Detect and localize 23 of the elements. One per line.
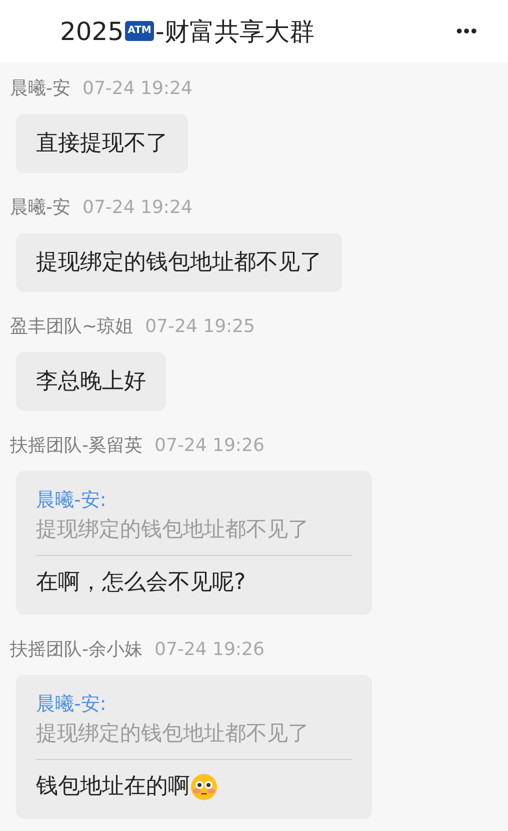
- sender-name: 扶摇团队-余小妹: [10, 638, 142, 661]
- quote-text: 提现绑定的钱包地址都不见了: [36, 515, 352, 556]
- chat-title: 2025: [60, 16, 124, 46]
- quote-author: 晨曦-安:: [36, 488, 108, 513]
- quote-author: 晨曦-安:: [36, 692, 108, 717]
- message-time: 07-24 19:26: [154, 435, 264, 456]
- more-button[interactable]: •••: [456, 20, 478, 42]
- message-time: 07-24 19:24: [82, 78, 192, 99]
- message-text: 提现绑定的钱包地址都不见了: [36, 249, 322, 277]
- message-text: 直接提现不了: [36, 130, 168, 158]
- quote-text: 提现绑定的钱包地址都不见了: [36, 719, 352, 760]
- message-text: 李总晚上好: [36, 368, 146, 396]
- chat-title: -财富共享大群: [155, 16, 314, 48]
- sender-name: 晨曦-安: [10, 196, 70, 219]
- message-text: 在啊，怎么会不见呢?: [36, 569, 246, 597]
- sender-name: 晨曦-安: [10, 77, 70, 100]
- message-time: 07-24 19:24: [82, 197, 192, 218]
- message-time: 07-24 19:25: [145, 316, 255, 337]
- message-time: 07-24 19:26: [154, 639, 264, 660]
- message-text: 钱包地址在的啊: [36, 773, 190, 801]
- sender-name: 扶摇团队-奚留英: [10, 434, 142, 457]
- atm-badge: ATM: [124, 21, 154, 41]
- sender-name: 盈丰团队~琼姐: [10, 315, 134, 338]
